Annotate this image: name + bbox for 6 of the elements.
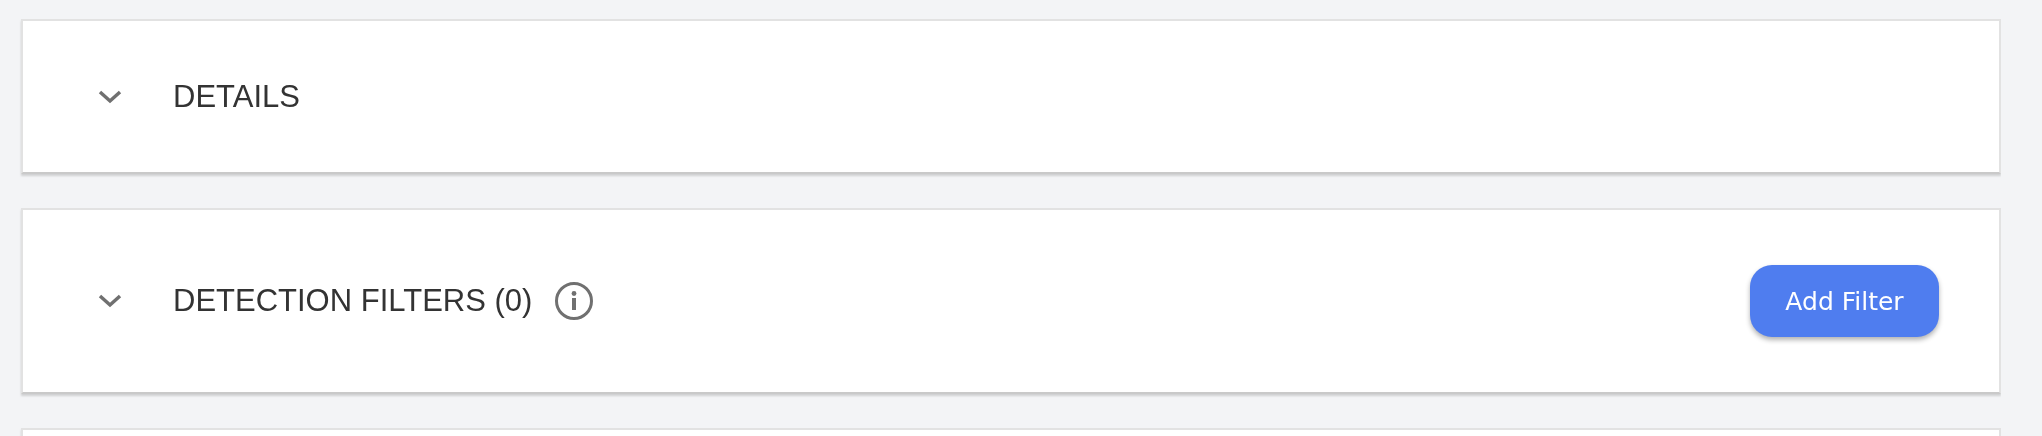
chevron-icon[interactable]: [97, 88, 123, 105]
add-filter-button[interactable]: Add Filter: [1750, 265, 1939, 337]
section-title: DETECTION FILTERS (0): [173, 283, 533, 319]
chevron-icon[interactable]: [97, 293, 123, 309]
section-title: DETAILS: [173, 78, 300, 115]
info-icon[interactable]: [554, 281, 595, 321]
